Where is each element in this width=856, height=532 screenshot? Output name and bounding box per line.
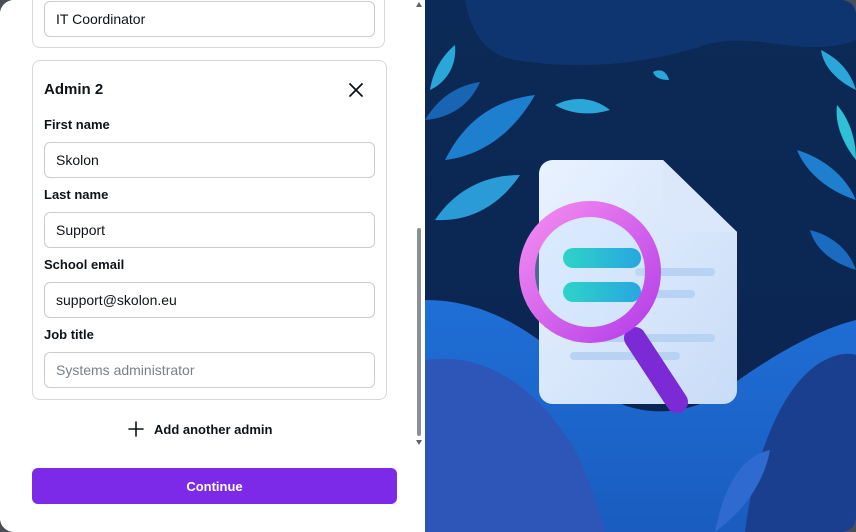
admin-card-title: Admin 2 [44, 81, 104, 98]
plus-icon [128, 421, 144, 437]
illustration-panel [425, 0, 856, 532]
document-search-illustration [425, 0, 856, 532]
first-name-input[interactable] [44, 142, 375, 178]
school-email-input[interactable] [44, 282, 375, 318]
last-name-label: Last name [44, 187, 109, 202]
continue-button[interactable]: Continue [32, 468, 397, 504]
scroll-up-arrow[interactable] [416, 2, 422, 7]
job-title-input[interactable] [44, 352, 375, 388]
add-another-admin-label: Add another admin [154, 421, 273, 437]
scrollbar-thumb[interactable] [417, 228, 421, 436]
admin-1-job-title-input[interactable] [44, 1, 375, 37]
setup-dialog: Admin 2 First name Last name School emai… [0, 0, 856, 532]
remove-admin-button[interactable] [344, 78, 368, 102]
close-icon [349, 83, 363, 97]
first-name-label: First name [44, 117, 110, 132]
job-title-label: Job title [44, 327, 94, 342]
last-name-input[interactable] [44, 212, 375, 248]
form-panel: Admin 2 First name Last name School emai… [0, 0, 425, 532]
add-another-admin-button[interactable]: Add another admin [128, 416, 272, 442]
school-email-label: School email [44, 257, 125, 272]
scroll-down-arrow[interactable] [416, 440, 422, 445]
